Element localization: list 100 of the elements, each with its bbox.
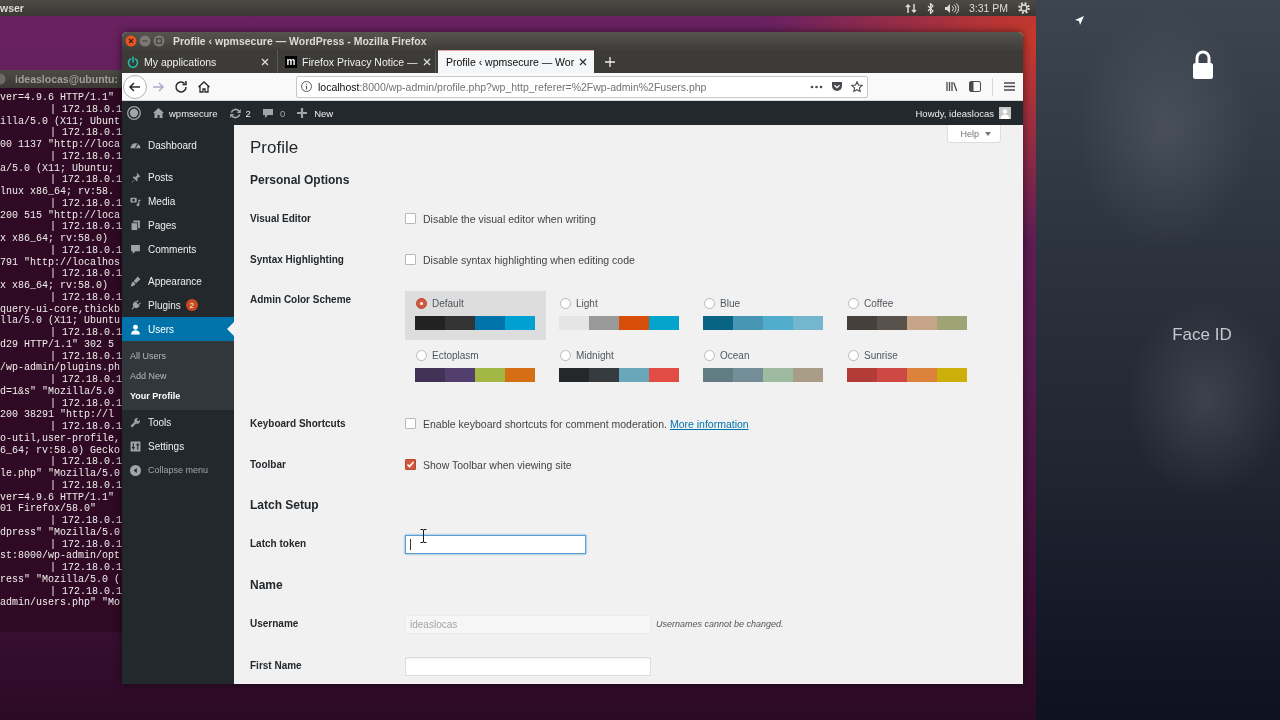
radio-button[interactable] <box>848 350 859 361</box>
pocket-icon[interactable] <box>831 81 843 92</box>
terminal-line: | 172.18.0.1 <box>50 197 122 210</box>
terminal-line: | 172.18.0.1 <box>50 268 122 280</box>
plug-icon <box>130 299 141 311</box>
more-information-link[interactable]: More information <box>669 417 749 430</box>
radio-button[interactable] <box>416 298 427 309</box>
browser-tab[interactable]: Profile ‹ wpmsecure — Wor <box>438 50 594 73</box>
menu-item[interactable]: Settings <box>122 434 234 458</box>
field-note: Usernames cannot be changed. <box>656 619 784 629</box>
color-scheme-option[interactable]: Midnight <box>549 343 690 392</box>
menu-item[interactable]: Comments <box>122 237 234 261</box>
radio-button[interactable] <box>704 298 715 309</box>
terminal-line: ver=4.9.6 HTTP/1.1" <box>0 92 115 104</box>
terminal-line: lnux x86_64; rv:58. <box>0 186 115 198</box>
logo-icon[interactable] <box>127 106 141 120</box>
submenu-item[interactable]: All Users <box>122 346 234 366</box>
terminal-line: 791 "http://localhos <box>0 256 121 268</box>
radio-button[interactable] <box>416 350 427 361</box>
close-icon[interactable] <box>579 58 588 66</box>
url-text: localhost:8000/wp-admin/profile.php?wp_http_referer=%2Fwp-admin%2Fusers.php <box>318 80 707 93</box>
radio-button[interactable] <box>560 350 571 361</box>
reload-icon[interactable] <box>173 78 189 95</box>
terminal-line: | 172.18.0.1 <box>50 397 122 409</box>
site-icon: m <box>285 55 297 68</box>
terminal-line: d29 HTTP/1.1" 302 5 <box>0 338 115 351</box>
terminal-line: | 172.18.0.1 <box>50 374 122 386</box>
menu-item[interactable]: Media <box>122 189 234 213</box>
location-arrow-icon <box>1075 16 1084 25</box>
plus-icon[interactable] <box>605 56 615 67</box>
user-icon <box>130 323 141 335</box>
sliders-icon <box>130 440 141 452</box>
collapse-menu-button[interactable]: Collapse menu <box>122 458 234 482</box>
color-scheme-option[interactable]: Light <box>549 291 690 340</box>
star-icon[interactable] <box>851 80 863 93</box>
library-icon[interactable] <box>946 81 958 92</box>
radio-button[interactable] <box>704 350 715 361</box>
terminal-line: dpress" "Mozilla/5.0 <box>0 526 121 539</box>
color-scheme-option[interactable]: Ectoplasm <box>405 343 546 392</box>
field-label: Toolbar <box>250 458 287 471</box>
terminal-line: x x86_64; rv:58.0) <box>0 233 109 245</box>
checkbox[interactable] <box>405 418 416 429</box>
checkbox-label: Enable keyboard shortcuts for comment moderation. More information <box>423 417 749 430</box>
terminal-line: | 172.18.0.1 <box>50 221 122 233</box>
sidebar-icon[interactable] <box>969 81 981 92</box>
more-icon[interactable] <box>810 84 823 89</box>
terminal-line: | 172.18.0.1 <box>50 479 122 492</box>
color-scheme-option[interactable]: Default <box>405 291 546 340</box>
menu-item[interactable]: Users <box>122 317 234 341</box>
menu-item[interactable]: Posts <box>122 165 234 189</box>
site-name-link[interactable]: wpmsecure <box>153 107 218 119</box>
menu-item[interactable]: Tools <box>122 410 234 434</box>
new-content-link[interactable]: New <box>297 107 334 119</box>
network-icon[interactable] <box>904 2 917 14</box>
terminal-line: | 172.18.0.1 <box>50 150 122 163</box>
clock[interactable]: 3:31 PM <box>968 2 1008 14</box>
bluetooth-icon[interactable] <box>926 2 934 14</box>
terminal-line: lla/5.0 (X11; Ubuntu <box>0 315 121 327</box>
back-icon[interactable] <box>123 74 147 99</box>
gear-icon[interactable] <box>1018 2 1030 14</box>
pushpin-icon <box>130 171 141 183</box>
plus-icon <box>297 108 308 118</box>
color-scheme-option[interactable]: Blue <box>693 291 834 340</box>
menu-icon[interactable] <box>1004 82 1015 91</box>
power-icon <box>127 55 139 68</box>
color-scheme-option[interactable]: Sunrise <box>837 343 978 392</box>
help-button[interactable]: Help <box>947 125 1001 143</box>
terminal-line: /wp-admin/plugins.ph <box>0 362 121 374</box>
terminal-line: | 172.18.0.1 <box>50 515 122 527</box>
radio-button[interactable] <box>848 298 859 309</box>
terminal-line: | 172.18.0.1 <box>50 174 122 186</box>
comments-link[interactable]: 0 <box>262 107 286 119</box>
menu-item[interactable]: Dashboard <box>122 133 234 157</box>
terminal-line: | 172.18.0.1 <box>50 103 122 116</box>
window-title: Profile ‹ wpmsecure — WordPress - Mozilla Firefox <box>173 35 427 47</box>
page-title: Profile <box>250 138 299 158</box>
menu-item[interactable]: Plugins 2 <box>122 293 234 317</box>
volume-icon[interactable] <box>943 2 959 14</box>
checkbox[interactable] <box>405 459 416 470</box>
color-scheme-option[interactable]: Coffee <box>837 291 978 340</box>
menu-item[interactable]: Appearance <box>122 269 234 293</box>
updates-link[interactable]: 2 <box>229 107 251 119</box>
address-field[interactable]: localhost:8000/wp-admin/profile.php?wp_http_referer=%2Fwp-admin%2Fusers.php <box>296 75 868 98</box>
terminal-line: query-ui-core,thickb <box>0 303 121 315</box>
text-field[interactable] <box>405 534 586 554</box>
radio-button[interactable] <box>560 298 571 309</box>
terminal-line: | 172.18.0.1 <box>50 562 122 574</box>
account-menu[interactable]: Howdy, ideaslocas <box>915 107 1023 119</box>
terminal-line: illa/5.0 (X11; Ubunt <box>0 115 121 127</box>
checkbox[interactable] <box>405 254 416 265</box>
section-heading: Personal Options <box>250 172 351 188</box>
submenu-item[interactable]: Your Profile <box>122 386 234 406</box>
checkbox[interactable] <box>405 213 416 224</box>
submenu-item[interactable]: Add New <box>122 366 234 386</box>
info-icon[interactable] <box>301 81 312 92</box>
speech-bubble-icon <box>262 108 273 118</box>
terminal-line: | 172.18.0.1 <box>50 456 122 468</box>
field-label: Username <box>250 618 300 630</box>
color-scheme-option[interactable]: Ocean <box>693 343 834 392</box>
menu-item[interactable]: Pages <box>122 213 234 237</box>
